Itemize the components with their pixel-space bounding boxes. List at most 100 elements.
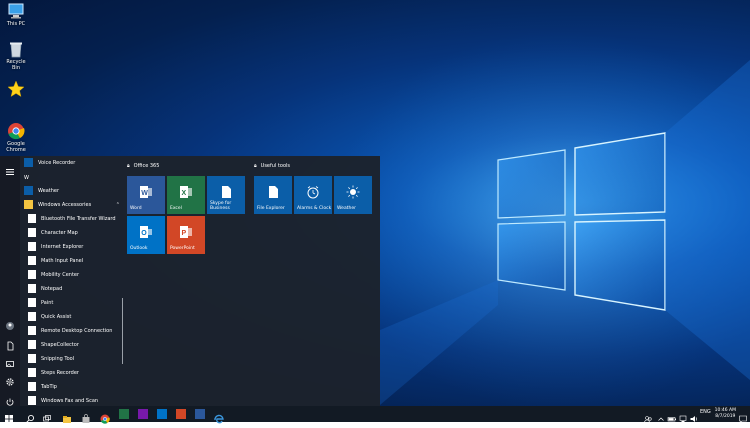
- edge-icon[interactable]: [214, 409, 224, 424]
- volume-icon[interactable]: [689, 409, 699, 422]
- app-steps-recorder[interactable]: Steps Recorder: [28, 366, 79, 379]
- app-icon: [28, 354, 36, 363]
- user-avatar-icon[interactable]: [5, 316, 15, 330]
- app-label: Internet Explorer: [41, 243, 84, 250]
- tile-group-title-tools[interactable]: 🔒︎ Useful tools: [254, 163, 290, 169]
- app-label: Steps Recorder: [41, 369, 79, 376]
- app-list: Voice Recorder W Weather Windows Accesso…: [22, 156, 122, 406]
- alarm-clock-icon: [306, 184, 320, 199]
- people-icon[interactable]: [643, 409, 653, 423]
- chrome-taskbar-icon[interactable]: [100, 409, 110, 424]
- svg-text:P: P: [182, 230, 187, 237]
- clock-date: 8/7/2019: [715, 414, 736, 419]
- app-label: Paint: [41, 299, 54, 306]
- app-label: Windows Accessories: [38, 201, 92, 208]
- app-mobility-center[interactable]: Mobility Center: [28, 268, 79, 281]
- tile-excel[interactable]: X Excel: [167, 176, 205, 214]
- app-icon: [28, 298, 36, 307]
- pictures-icon[interactable]: [5, 354, 15, 367]
- app-list-scrollbar[interactable]: [122, 298, 123, 364]
- clock[interactable]: 10:46 AM 8/7/2019: [715, 408, 736, 420]
- tile-powerpoint[interactable]: P PowerPoint: [167, 216, 205, 254]
- desktop-icon-label: This PC: [6, 21, 26, 27]
- computer-icon: [7, 2, 25, 20]
- desktop-icon-google-chrome[interactable]: Google Chrome: [2, 122, 30, 153]
- taskbar: ENG 10:46 AM 8/7/2019: [0, 406, 750, 424]
- app-notepad[interactable]: Notepad: [28, 282, 62, 295]
- tile-outlook[interactable]: O Outlook: [127, 216, 165, 254]
- star-icon: [7, 80, 25, 98]
- sun-icon: [346, 184, 360, 199]
- tile-label: PowerPoint: [170, 246, 195, 251]
- app-remote-desktop[interactable]: Remote Desktop Connection: [28, 324, 112, 337]
- app-icon: [28, 284, 36, 293]
- app-windows-fax-scan[interactable]: Windows Fax and Scan: [28, 394, 98, 406]
- excel-taskbar-icon[interactable]: [119, 409, 129, 419]
- word-icon: W: [139, 184, 153, 198]
- app-icon: [28, 396, 36, 405]
- onenote-taskbar-icon[interactable]: [138, 409, 148, 419]
- windows-start-icon[interactable]: [4, 409, 14, 423]
- chevron-up-icon[interactable]: [656, 409, 666, 421]
- tile-word[interactable]: W Word: [127, 176, 165, 214]
- lock-icon: 🔒︎: [127, 163, 130, 169]
- battery-icon[interactable]: [667, 409, 677, 422]
- tile-label: Skype for Business: [210, 201, 232, 211]
- app-folder-windows-accessories[interactable]: Windows Accessories ⌃: [24, 198, 120, 211]
- tile-label: Excel: [170, 206, 182, 211]
- group-title-label: Useful tools: [260, 163, 290, 169]
- app-internet-explorer[interactable]: Internet Explorer: [28, 240, 83, 253]
- chevron-up-icon: ⌃: [115, 201, 120, 208]
- app-shapecollector[interactable]: ShapeCollector: [28, 338, 79, 351]
- sun-icon: [24, 186, 33, 195]
- app-label: Math Input Panel: [41, 257, 84, 264]
- store-icon[interactable]: [81, 409, 91, 423]
- documents-icon[interactable]: [5, 336, 15, 351]
- action-center-icon[interactable]: [738, 409, 748, 424]
- start-menu: Voice Recorder W Weather Windows Accesso…: [0, 156, 380, 406]
- desktop-icon-label: Recycle Bin: [6, 59, 26, 71]
- app-label: ShapeCollector: [41, 341, 79, 348]
- search-icon[interactable]: [25, 409, 35, 423]
- app-label: Snipping Tool: [41, 355, 75, 362]
- desktop-icon-label: Google Chrome: [6, 141, 26, 153]
- app-label: Bluetooth File Transfer Wizard: [41, 215, 116, 222]
- tile-weather[interactable]: Weather: [334, 176, 372, 214]
- app-icon: [28, 214, 36, 223]
- tile-file-explorer[interactable]: File Explorer: [254, 176, 292, 214]
- network-icon[interactable]: [678, 409, 688, 422]
- task-view-icon[interactable]: [42, 409, 52, 422]
- powerpoint-taskbar-icon[interactable]: [176, 409, 186, 419]
- desktop-icon-recycle-bin[interactable]: Recycle Bin: [2, 40, 30, 71]
- svg-text:O: O: [141, 230, 147, 237]
- app-math-input-panel[interactable]: Math Input Panel: [28, 254, 83, 267]
- app-voice-recorder[interactable]: Voice Recorder: [24, 156, 75, 169]
- chrome-icon: [7, 122, 25, 140]
- app-icon: [28, 242, 36, 251]
- recycle-bin-icon: [7, 40, 25, 58]
- desktop-icon-this-pc[interactable]: This PC: [2, 2, 30, 27]
- desktop-icon-favorites[interactable]: [2, 80, 30, 99]
- app-icon: [28, 270, 36, 279]
- app-paint[interactable]: Paint: [28, 296, 53, 309]
- tile-alarms-clock[interactable]: Alarms & Clock: [294, 176, 332, 214]
- hamburger-icon[interactable]: [5, 162, 15, 175]
- tile-group-title-office[interactable]: 🔒︎ Office 365: [127, 163, 159, 169]
- app-icon: [28, 228, 36, 237]
- app-snipping-tool[interactable]: Snipping Tool: [28, 352, 74, 365]
- file-explorer-taskbar-icon[interactable]: [62, 409, 72, 423]
- outlook-taskbar-icon[interactable]: [157, 409, 167, 419]
- word-taskbar-icon[interactable]: [195, 409, 205, 419]
- app-icon: [28, 382, 36, 391]
- gear-icon[interactable]: [5, 372, 15, 386]
- app-quick-assist[interactable]: Quick Assist: [28, 310, 71, 323]
- app-character-map[interactable]: Character Map: [28, 226, 78, 239]
- language-indicator[interactable]: ENG: [700, 409, 711, 415]
- app-bluetooth-file-transfer[interactable]: Bluetooth File Transfer Wizard: [28, 212, 116, 225]
- power-icon[interactable]: [5, 392, 15, 406]
- tile-skype-for-business[interactable]: Skype for Business: [207, 176, 245, 214]
- app-tabtip[interactable]: TabTip: [28, 380, 57, 393]
- app-list-letter-header[interactable]: W: [24, 171, 29, 184]
- app-weather[interactable]: Weather: [24, 184, 59, 197]
- excel-icon: X: [179, 184, 193, 198]
